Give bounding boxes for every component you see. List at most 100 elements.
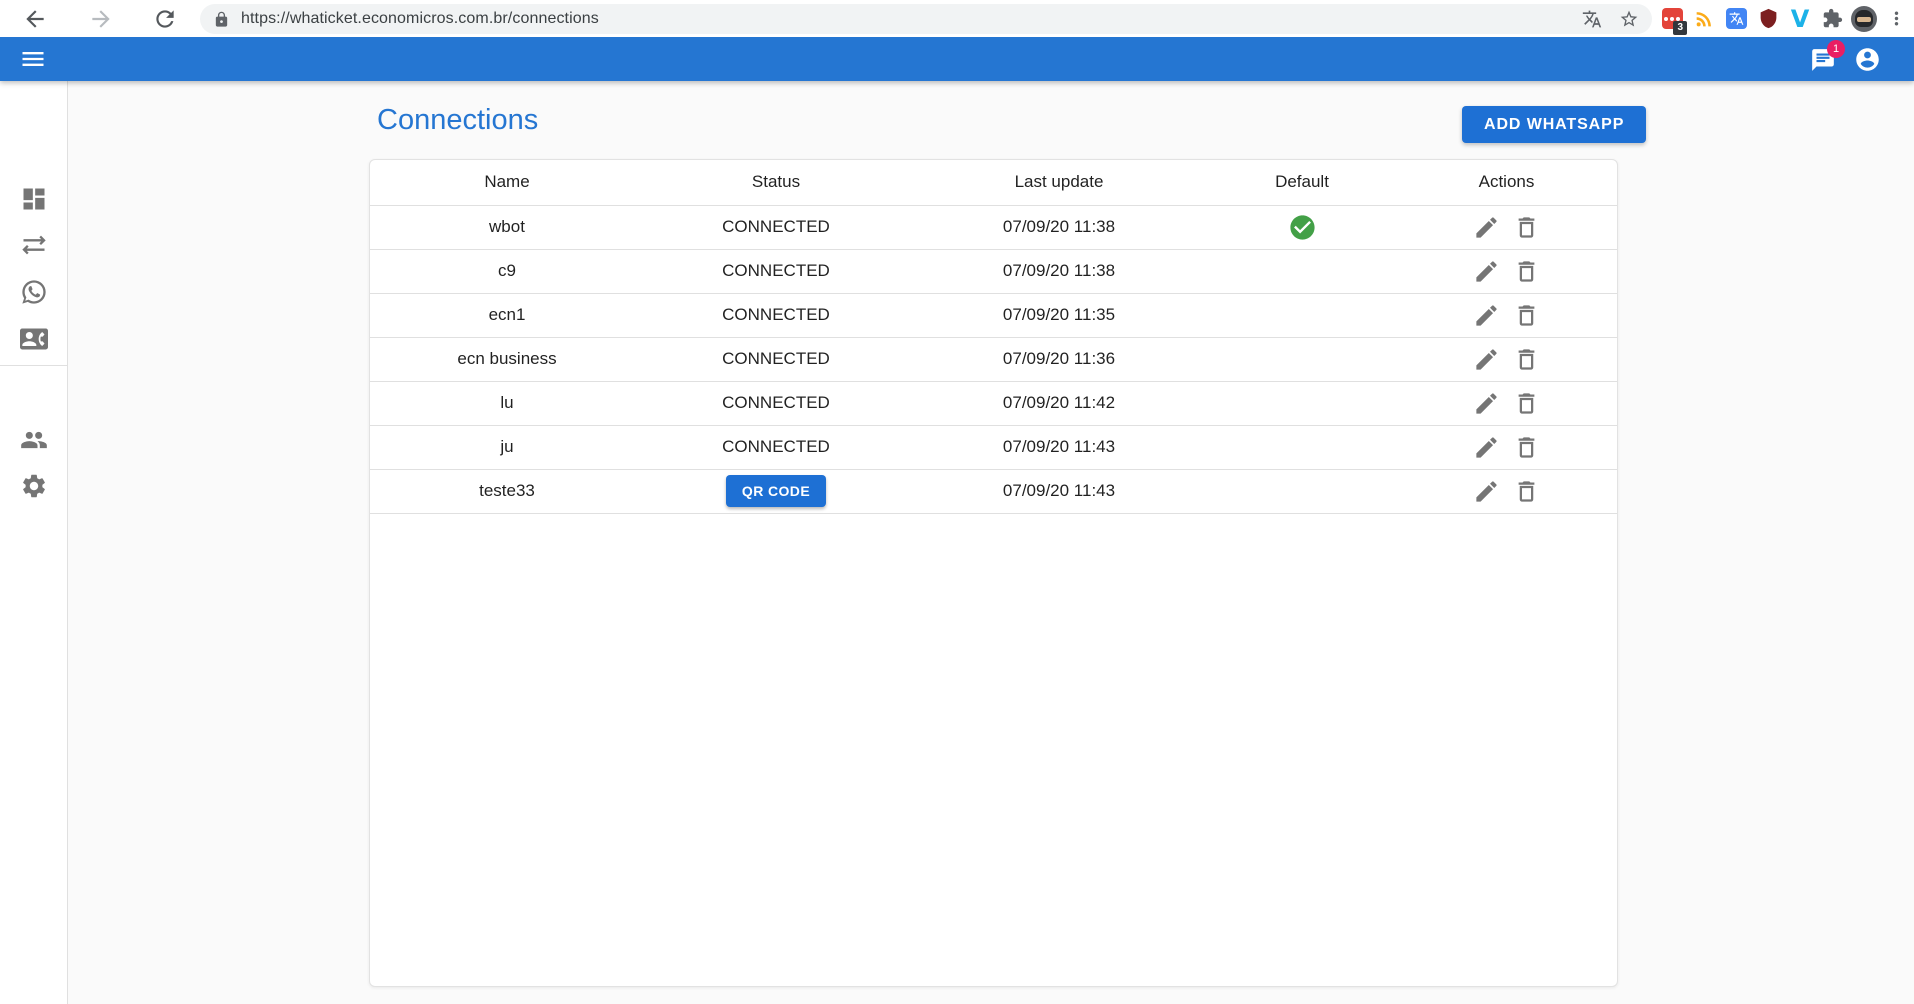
puzzle-extensions-icon[interactable] <box>1816 3 1848 35</box>
extensions-row: 3 V <box>1656 0 1912 37</box>
header-last-update: Last update <box>908 160 1210 205</box>
edit-icon <box>1473 478 1500 505</box>
connection-name: lu <box>500 393 513 412</box>
delete-icon <box>1513 302 1540 329</box>
header-name: Name <box>370 160 644 205</box>
connection-name: ecn business <box>457 349 556 368</box>
table-row: ju CONNECTED 07/09/20 11:43 <box>370 425 1618 469</box>
delete-button[interactable] <box>1511 212 1542 242</box>
table-row: lu CONNECTED 07/09/20 11:42 <box>370 381 1618 425</box>
bookmark-star-icon[interactable] <box>1619 9 1639 29</box>
red-extension-icon[interactable]: 3 <box>1656 3 1688 35</box>
settings-icon <box>20 472 48 500</box>
translate-extension-icon[interactable] <box>1720 3 1752 35</box>
last-update: 07/09/20 11:35 <box>1003 305 1115 324</box>
delete-button[interactable] <box>1511 256 1542 286</box>
extension-badge: 3 <box>1673 21 1687 35</box>
sidebar-item-contacts[interactable] <box>20 325 48 353</box>
dashboard-icon <box>20 185 48 213</box>
connection-name: c9 <box>498 261 516 280</box>
edit-icon <box>1473 302 1500 329</box>
lock-icon[interactable] <box>213 11 230 28</box>
header-default: Default <box>1210 160 1394 205</box>
header-actions: Actions <box>1394 160 1618 205</box>
table-row: ecn1 CONNECTED 07/09/20 11:35 <box>370 293 1618 337</box>
last-update: 07/09/20 11:43 <box>1003 437 1115 456</box>
browser-menu-icon[interactable] <box>1880 3 1912 35</box>
status-text: CONNECTED <box>722 305 830 324</box>
default-check-icon <box>1210 213 1394 242</box>
translate-icon[interactable] <box>1582 9 1602 29</box>
delete-icon <box>1513 434 1540 461</box>
edit-icon <box>1473 258 1500 285</box>
edit-icon <box>1473 390 1500 417</box>
edit-button[interactable] <box>1471 344 1502 374</box>
last-update: 07/09/20 11:38 <box>1003 217 1115 236</box>
ublock-shield-icon[interactable] <box>1752 3 1784 35</box>
table-row: ecn business CONNECTED 07/09/20 11:36 <box>370 337 1618 381</box>
v-extension-icon[interactable]: V <box>1784 3 1816 35</box>
delete-icon <box>1513 346 1540 373</box>
contact-phone-icon <box>20 325 48 353</box>
delete-button[interactable] <box>1511 388 1542 418</box>
table-row: teste33 QR CODE 07/09/20 11:43 <box>370 469 1618 513</box>
last-update: 07/09/20 11:38 <box>1003 261 1115 280</box>
edit-button[interactable] <box>1471 432 1502 462</box>
connections-table: Name Status Last update Default Actions … <box>370 160 1618 514</box>
browser-toolbar: https://whaticket.economicros.com.br/con… <box>0 0 1914 37</box>
sidebar <box>0 81 68 1004</box>
connection-name: ju <box>500 437 513 456</box>
edit-icon <box>1473 214 1500 241</box>
delete-button[interactable] <box>1511 344 1542 374</box>
connection-name: teste33 <box>479 481 535 500</box>
sidebar-divider <box>0 365 68 366</box>
edit-icon <box>1473 434 1500 461</box>
notification-badge: 1 <box>1827 40 1845 58</box>
sidebar-item-tickets[interactable] <box>20 278 48 306</box>
sync-alt-icon <box>20 231 48 259</box>
sidebar-item-settings[interactable] <box>20 472 48 500</box>
sidebar-item-users[interactable] <box>20 426 48 454</box>
qr-code-button[interactable]: QR CODE <box>726 475 826 507</box>
status-text: CONNECTED <box>722 437 830 456</box>
address-bar[interactable]: https://whaticket.economicros.com.br/con… <box>200 4 1652 34</box>
app-bar: 1 <box>0 37 1914 81</box>
sidebar-item-dashboard[interactable] <box>20 185 48 213</box>
edit-button[interactable] <box>1471 212 1502 242</box>
delete-icon <box>1513 390 1540 417</box>
delete-button[interactable] <box>1511 432 1542 462</box>
connection-name: ecn1 <box>489 305 526 324</box>
edit-button[interactable] <box>1471 256 1502 286</box>
forward-icon[interactable] <box>88 6 114 32</box>
last-update: 07/09/20 11:43 <box>1003 481 1115 500</box>
profile-avatar-icon[interactable] <box>1848 3 1880 35</box>
table-header-row: Name Status Last update Default Actions <box>370 160 1618 205</box>
reload-icon[interactable] <box>152 6 178 32</box>
add-whatsapp-button[interactable]: ADD WHATSAPP <box>1462 106 1646 143</box>
url-text: https://whaticket.economicros.com.br/con… <box>241 10 599 28</box>
edit-button[interactable] <box>1471 476 1502 506</box>
sidebar-item-connections[interactable] <box>20 231 48 259</box>
header-status: Status <box>644 160 908 205</box>
rss-extension-icon[interactable] <box>1688 3 1720 35</box>
account-circle-icon[interactable] <box>1854 46 1881 73</box>
last-update: 07/09/20 11:36 <box>1003 349 1115 368</box>
delete-button[interactable] <box>1511 300 1542 330</box>
back-icon[interactable] <box>22 6 48 32</box>
status-text: CONNECTED <box>722 261 830 280</box>
delete-icon <box>1513 478 1540 505</box>
edit-button[interactable] <box>1471 300 1502 330</box>
delete-icon <box>1513 258 1540 285</box>
whatsapp-icon <box>20 278 48 306</box>
page-title: Connections <box>377 104 538 137</box>
delete-icon <box>1513 214 1540 241</box>
table-row: wbot CONNECTED 07/09/20 11:38 <box>370 205 1618 249</box>
status-text: CONNECTED <box>722 349 830 368</box>
status-text: CONNECTED <box>722 393 830 412</box>
table-row: c9 CONNECTED 07/09/20 11:38 <box>370 249 1618 293</box>
connections-card: Name Status Last update Default Actions … <box>369 159 1618 987</box>
status-text: CONNECTED <box>722 217 830 236</box>
delete-button[interactable] <box>1511 476 1542 506</box>
menu-icon[interactable] <box>19 45 47 73</box>
edit-button[interactable] <box>1471 388 1502 418</box>
